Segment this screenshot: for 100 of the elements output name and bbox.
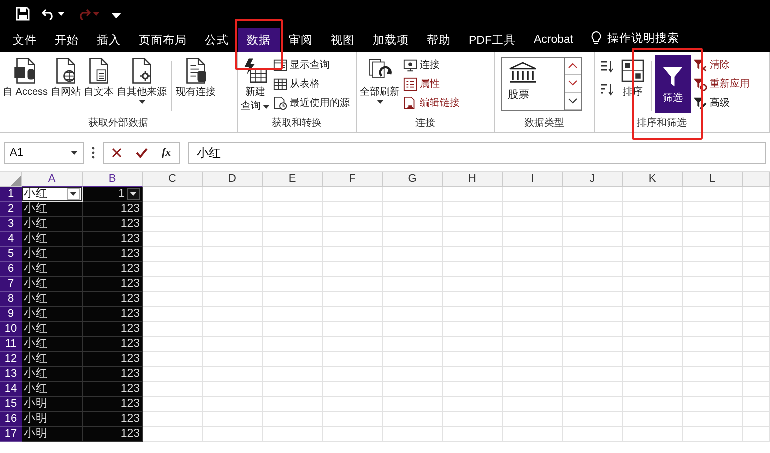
table-cell <box>683 187 743 202</box>
table-cell <box>443 397 503 412</box>
ribbon-tab[interactable]: 页面布局 <box>130 28 196 52</box>
cancel-icon[interactable] <box>112 148 122 158</box>
highlight-frame <box>235 19 283 70</box>
column-header[interactable]: K <box>623 172 683 187</box>
column-header[interactable]: I <box>503 172 563 187</box>
table-cell <box>203 322 263 337</box>
table-cell: 小红 <box>22 217 83 232</box>
table-cell <box>203 337 263 352</box>
row-header[interactable]: 8 <box>0 292 22 307</box>
save-button[interactable] <box>16 7 30 21</box>
column-header[interactable]: H <box>443 172 503 187</box>
table-cell <box>683 277 743 292</box>
column-header[interactable]: F <box>323 172 383 187</box>
ribbon-tab[interactable]: 加载项 <box>364 28 418 52</box>
caret-icon <box>138 100 146 104</box>
column-header[interactable]: B <box>83 172 143 187</box>
table-cell: 小红 <box>22 202 83 217</box>
ribbon-tab[interactable]: PDF工具 <box>460 28 525 52</box>
table-cell: 小明 <box>22 427 83 442</box>
table-cell <box>623 232 683 247</box>
column-header[interactable]: J <box>563 172 623 187</box>
table-cell <box>443 232 503 247</box>
ribbon-tab[interactable]: 文件 <box>4 28 46 52</box>
ribbon-small-button[interactable]: 连接 <box>402 56 461 74</box>
undo-button[interactable] <box>42 8 65 20</box>
table-cell <box>263 292 323 307</box>
column-header[interactable]: D <box>203 172 263 187</box>
row-header[interactable]: 15 <box>0 397 22 412</box>
row-header[interactable]: 16 <box>0 412 22 427</box>
table-cell <box>563 277 623 292</box>
table-cell <box>143 352 203 367</box>
ribbon-tab[interactable]: 公式 <box>196 28 238 52</box>
table-cell <box>143 262 203 277</box>
table-cell <box>263 277 323 292</box>
checkmark-icon[interactable] <box>136 148 148 158</box>
ribbon-button[interactable]: 排序 <box>618 55 648 101</box>
table-cell <box>443 202 503 217</box>
row-header[interactable]: 12 <box>0 352 22 367</box>
column-header[interactable]: G <box>383 172 443 187</box>
ribbon-small-button[interactable]: 最近使用的源 <box>272 94 351 112</box>
filter-dropdown-button[interactable] <box>127 188 140 200</box>
table-cell <box>383 202 443 217</box>
row-header[interactable]: 10 <box>0 322 22 337</box>
name-box[interactable]: A1 <box>4 142 84 164</box>
customize-button[interactable] <box>112 10 121 18</box>
ribbon-tab[interactable]: Acrobat <box>525 28 583 52</box>
row-header[interactable]: 7 <box>0 277 22 292</box>
row-header[interactable]: 2 <box>0 202 22 217</box>
ribbon-button[interactable]: 筛选 <box>655 55 691 113</box>
row-header[interactable]: 4 <box>0 232 22 247</box>
ribbon-button[interactable]: 自文本 <box>83 55 116 101</box>
table-cell <box>503 367 563 382</box>
row-header[interactable]: 9 <box>0 307 22 322</box>
ribbon-button[interactable]: 自网站 <box>50 55 82 101</box>
table-cell <box>323 292 383 307</box>
table-cell <box>383 337 443 352</box>
ribbon-tab[interactable]: 审阅 <box>280 28 322 52</box>
row-header[interactable]: 5 <box>0 247 22 262</box>
column-header[interactable]: A <box>22 172 83 187</box>
table-cell <box>443 217 503 232</box>
ribbon-button[interactable]: 自 Access <box>2 55 50 101</box>
table-cell: 123 <box>83 382 143 397</box>
tell-me-field[interactable]: 操作说明搜索 <box>608 31 680 46</box>
row-header[interactable]: 6 <box>0 262 22 277</box>
ribbon-button[interactable]: 新建 查询 <box>240 55 271 115</box>
column-header[interactable]: L <box>683 172 743 187</box>
ribbon-small-button[interactable]: 高级 <box>692 94 751 112</box>
column-header[interactable]: C <box>143 172 203 187</box>
row-header[interactable]: 3 <box>0 217 22 232</box>
insert-function-button[interactable]: fx <box>162 147 172 159</box>
ribbon-tab[interactable]: 视图 <box>322 28 364 52</box>
ribbon-tab[interactable]: 帮助 <box>418 28 460 52</box>
table-cell <box>563 412 623 427</box>
table-cell <box>323 217 383 232</box>
row-header[interactable]: 17 <box>0 427 22 442</box>
ribbon-small-button[interactable]: 从表格 <box>272 75 351 93</box>
ribbon-button[interactable]: 自其他来源 <box>116 55 168 106</box>
formula-field[interactable]: 小红 <box>188 142 766 164</box>
table-cell <box>323 397 383 412</box>
ribbon-small-button[interactable]: 显示查询 <box>272 56 351 74</box>
row-header[interactable]: 14 <box>0 382 22 397</box>
filter-dropdown-button[interactable] <box>67 188 80 200</box>
bank-building-icon <box>508 62 538 84</box>
ribbon-button[interactable]: 现有连接 <box>175 55 218 101</box>
column-header[interactable]: E <box>263 172 323 187</box>
ribbon-tab[interactable]: 插入 <box>88 28 130 52</box>
group-title: 排序和筛选 <box>636 116 688 131</box>
table-cell: 123 <box>83 262 143 277</box>
row-header[interactable]: 13 <box>0 367 22 382</box>
redo-icon <box>77 8 91 20</box>
ribbon-button[interactable]: 全部刷新 <box>359 55 401 106</box>
caret-icon <box>263 104 270 108</box>
row-header[interactable]: 11 <box>0 337 22 352</box>
table-cell <box>503 232 563 247</box>
table-cell <box>563 202 623 217</box>
ribbon-tab[interactable]: 开始 <box>46 28 88 52</box>
row-header[interactable]: 1 <box>0 187 22 202</box>
ribbon-tab[interactable]: 数据 <box>238 28 280 52</box>
